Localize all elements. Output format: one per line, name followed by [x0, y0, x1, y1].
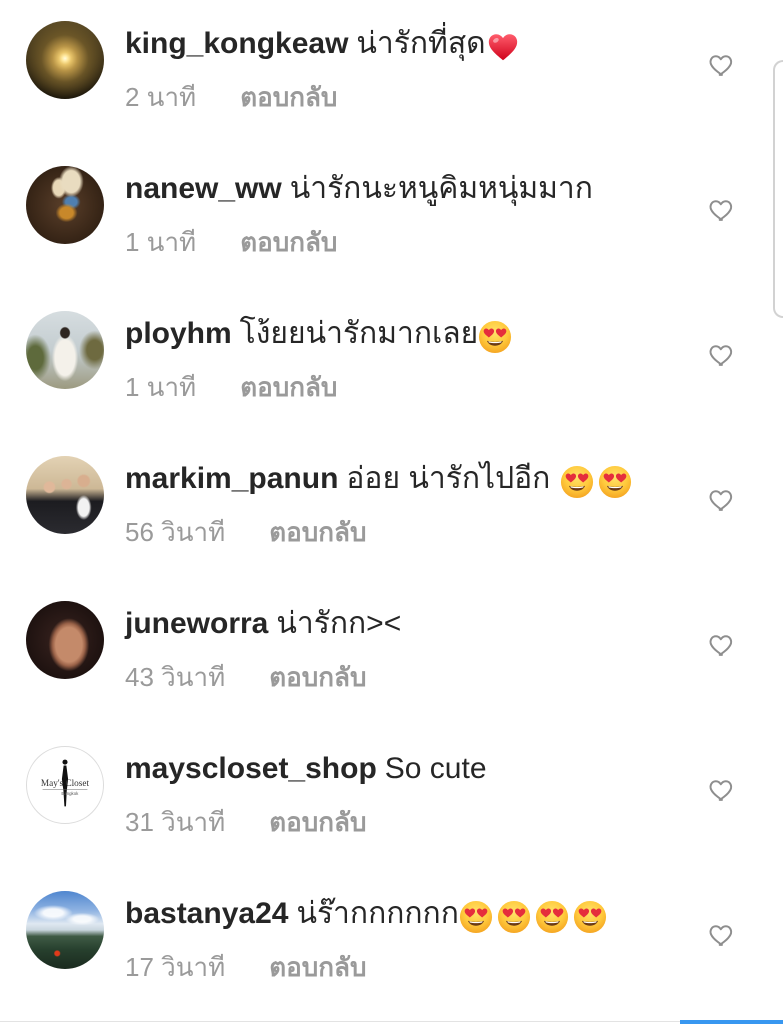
- comment-line: ployhm โง้ยยน่ารักมากเลย: [125, 314, 516, 354]
- heart-outline-icon: [709, 925, 733, 946]
- avatar[interactable]: [26, 311, 104, 389]
- comment-item: markim_panun อ่อย น่ารักไปอีก 56 วินาที ต…: [0, 435, 783, 580]
- avatar[interactable]: May's Closet Bangkok: [26, 746, 104, 824]
- comment-line: markim_panun อ่อย น่ารักไปอีก: [125, 459, 636, 499]
- heart-outline-icon: [709, 635, 733, 656]
- avatar[interactable]: [26, 456, 104, 534]
- comment-time: 2 นาที: [125, 82, 197, 112]
- emoji-group: [486, 30, 524, 64]
- comment-meta: 17 วินาที ตอบกลับ: [125, 950, 366, 984]
- heart-eyes-emoji-icon: [497, 900, 530, 934]
- like-button[interactable]: [708, 921, 736, 949]
- comment-time: 31 วินาที: [125, 807, 226, 837]
- like-button[interactable]: [708, 341, 736, 369]
- reply-button[interactable]: ตอบกลับ: [240, 80, 337, 114]
- comment-text: น่ารักนะหนูคิมหนุ่มมาก: [289, 172, 593, 205]
- username-link[interactable]: markim_panun: [125, 462, 338, 495]
- heart-outline-icon: [709, 490, 733, 511]
- comment-time: 17 วินาที: [125, 952, 226, 982]
- comment-item: nanew_ww น่ารักนะหนูคิมหนุ่มมาก 1 นาที ตอ…: [0, 145, 783, 290]
- comment-time: 43 วินาที: [125, 662, 226, 692]
- heart-outline-icon: [709, 780, 733, 801]
- red-heart-emoji-icon: [488, 34, 517, 61]
- comment-time: 1 นาที: [125, 227, 197, 257]
- comment-list: king_kongkeaw น่ารักที่สุด 2 นาที ตอบกลับ…: [0, 0, 783, 1015]
- comment-text: น่ารักที่สุด: [356, 27, 486, 60]
- avatar[interactable]: [26, 891, 104, 969]
- like-button[interactable]: [708, 51, 736, 79]
- comment-line: nanew_ww น่ารักนะหนูคิมหนุ่มมาก: [125, 169, 593, 209]
- logo-title: May's Closet: [41, 779, 90, 789]
- like-button[interactable]: [708, 486, 736, 514]
- comment-time: 56 วินาที: [125, 517, 226, 547]
- username-link[interactable]: mayscloset_shop: [125, 752, 377, 785]
- comment-item: juneworra น่ารักก>< 43 วินาที ตอบกลับ: [0, 580, 783, 725]
- edge-panel-handle[interactable]: [773, 60, 783, 318]
- comment-text: โง้ยยน่ารักมากเลย: [239, 317, 479, 350]
- heart-eyes-emoji-icon: [535, 900, 568, 934]
- like-button[interactable]: [708, 631, 736, 659]
- comment-text: So cute: [384, 752, 487, 785]
- comment-line: juneworra น่ารักก><: [125, 604, 401, 644]
- emoji-group: [459, 900, 611, 934]
- comment-item: king_kongkeaw น่ารักที่สุด 2 นาที ตอบกลับ: [0, 0, 783, 145]
- bottom-divider: [0, 1021, 783, 1022]
- comment-meta: 1 นาที ตอบกลับ: [125, 370, 337, 404]
- mays-closet-logo: May's Closet Bangkok: [41, 759, 90, 807]
- emoji-group: [560, 465, 636, 499]
- heart-outline-icon: [709, 345, 733, 366]
- emoji-group: [478, 320, 516, 354]
- username-link[interactable]: bastanya24: [125, 897, 288, 930]
- comment-meta: 1 นาที ตอบกลับ: [125, 225, 337, 259]
- comment-text: น่ร๊ากกกกกก: [296, 897, 459, 930]
- comment-meta: 2 นาที ตอบกลับ: [125, 80, 337, 114]
- avatar[interactable]: [26, 166, 104, 244]
- heart-eyes-emoji-icon: [561, 465, 594, 499]
- comment-text: น่ารักก><: [276, 607, 402, 640]
- heart-outline-icon: [709, 55, 733, 76]
- comment-item: May's Closet Bangkok mayscloset_shop So c…: [0, 725, 783, 870]
- heart-eyes-emoji-icon: [479, 320, 512, 354]
- scroll-position-indicator: [680, 1020, 783, 1024]
- username-link[interactable]: nanew_ww: [125, 172, 282, 205]
- heart-eyes-emoji-icon: [459, 900, 492, 934]
- reply-button[interactable]: ตอบกลับ: [269, 660, 366, 694]
- like-button[interactable]: [708, 776, 736, 804]
- username-link[interactable]: juneworra: [125, 607, 268, 640]
- comment-meta: 56 วินาที ตอบกลับ: [125, 515, 366, 549]
- comment-line: mayscloset_shop So cute: [125, 749, 487, 789]
- comment-item: ployhm โง้ยยน่ารักมากเลย 1 นาที ตอบกลับ: [0, 290, 783, 435]
- username-link[interactable]: ployhm: [125, 317, 232, 350]
- username-link[interactable]: king_kongkeaw: [125, 27, 348, 60]
- comment-meta: 43 วินาที ตอบกลับ: [125, 660, 366, 694]
- comment-time: 1 นาที: [125, 372, 197, 402]
- logo-subtitle: Bangkok: [61, 791, 79, 796]
- reply-button[interactable]: ตอบกลับ: [269, 805, 366, 839]
- avatar[interactable]: [26, 601, 104, 679]
- reply-button[interactable]: ตอบกลับ: [240, 370, 337, 404]
- like-button[interactable]: [708, 196, 736, 224]
- heart-eyes-emoji-icon: [599, 465, 632, 499]
- comment-line: king_kongkeaw น่ารักที่สุด: [125, 24, 524, 64]
- comment-meta: 31 วินาที ตอบกลับ: [125, 805, 366, 839]
- reply-button[interactable]: ตอบกลับ: [269, 950, 366, 984]
- heart-eyes-emoji-icon: [573, 900, 606, 934]
- heart-outline-icon: [709, 200, 733, 221]
- comment-text: อ่อย น่ารักไปอีก: [346, 462, 551, 495]
- comment-line: bastanya24 น่ร๊ากกกกกก: [125, 894, 611, 934]
- avatar[interactable]: [26, 21, 104, 99]
- reply-button[interactable]: ตอบกลับ: [240, 225, 337, 259]
- reply-button[interactable]: ตอบกลับ: [269, 515, 366, 549]
- comment-item: bastanya24 น่ร๊ากกกกกก 17 วินาที ตอบกลับ: [0, 870, 783, 1015]
